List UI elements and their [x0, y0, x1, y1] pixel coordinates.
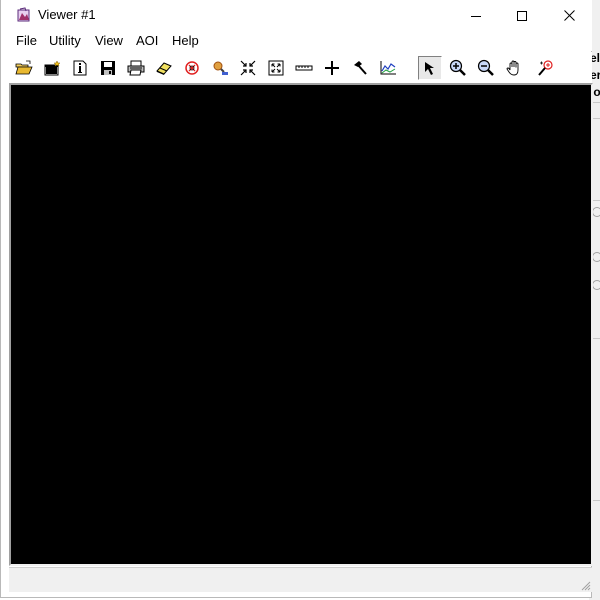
menu-utility[interactable]: Utility: [49, 33, 81, 48]
print-icon: [127, 60, 145, 76]
close-button[interactable]: [546, 0, 592, 31]
inquire-icon: [213, 61, 228, 75]
menu-help[interactable]: Help: [172, 33, 199, 48]
zoom-in-button[interactable]: [446, 56, 470, 80]
menu-view[interactable]: View: [95, 33, 123, 48]
maximize-button[interactable]: [499, 0, 545, 31]
measure-icon: [295, 65, 313, 71]
open-icon: [15, 60, 33, 75]
status-bar: [9, 567, 592, 592]
zoom-out-button[interactable]: [474, 56, 498, 80]
save-icon: [101, 61, 115, 75]
maximize-icon: [517, 10, 527, 21]
background-shape: [592, 252, 600, 262]
close-layer-icon: [185, 61, 199, 75]
measure-button[interactable]: [292, 56, 316, 80]
toolbar: [1, 52, 592, 83]
window-title: Viewer #1: [38, 7, 96, 22]
fit-extent-icon: [268, 60, 284, 76]
inquire-button[interactable]: [208, 56, 232, 80]
zoom-in-icon: [449, 59, 466, 76]
menu-aoi[interactable]: AOI: [136, 33, 158, 48]
erase-icon: [156, 62, 172, 75]
background-shape: [592, 280, 600, 290]
fit-in-icon: [240, 60, 256, 76]
title-bar[interactable]: Viewer #1: [1, 0, 592, 31]
cursor-crosshair-icon: [325, 61, 339, 75]
viewer-window: Viewer #1 File Utility View AOI Help: [0, 0, 593, 598]
profile-chart-icon: [380, 61, 396, 75]
tools-icon: [354, 61, 367, 75]
profile-chart-button[interactable]: [376, 56, 400, 80]
erase-button[interactable]: [152, 56, 176, 80]
menu-file[interactable]: File: [16, 33, 37, 48]
minimize-icon: [471, 15, 481, 17]
fit-extent-button[interactable]: [264, 56, 288, 80]
minimize-button[interactable]: [453, 0, 499, 31]
info-button[interactable]: [68, 56, 92, 80]
crosshair-button[interactable]: [320, 56, 344, 80]
resize-grip-icon[interactable]: [579, 579, 591, 591]
fit-in-button[interactable]: [236, 56, 260, 80]
select-arrow-icon: [425, 62, 434, 75]
app-icon: [17, 7, 30, 22]
new-viewer-icon: [44, 60, 61, 76]
info-icon: [73, 60, 87, 76]
zoom-out-icon: [477, 59, 494, 76]
menu-bar: File Utility View AOI Help: [1, 31, 592, 51]
pan-hand-icon: [506, 60, 519, 76]
background-shape: [592, 207, 600, 217]
magnify-icon: [538, 60, 553, 76]
close-icon: [563, 10, 575, 21]
tools-button[interactable]: [348, 56, 372, 80]
new-viewer-button[interactable]: [40, 56, 64, 80]
open-button[interactable]: [12, 56, 36, 80]
pan-hand-button[interactable]: [502, 56, 526, 80]
close-layer-button[interactable]: [180, 56, 204, 80]
image-viewport[interactable]: [9, 83, 593, 566]
save-button[interactable]: [96, 56, 120, 80]
magnify-button[interactable]: [534, 56, 558, 80]
print-button[interactable]: [124, 56, 148, 80]
select-arrow-button[interactable]: [418, 56, 442, 80]
